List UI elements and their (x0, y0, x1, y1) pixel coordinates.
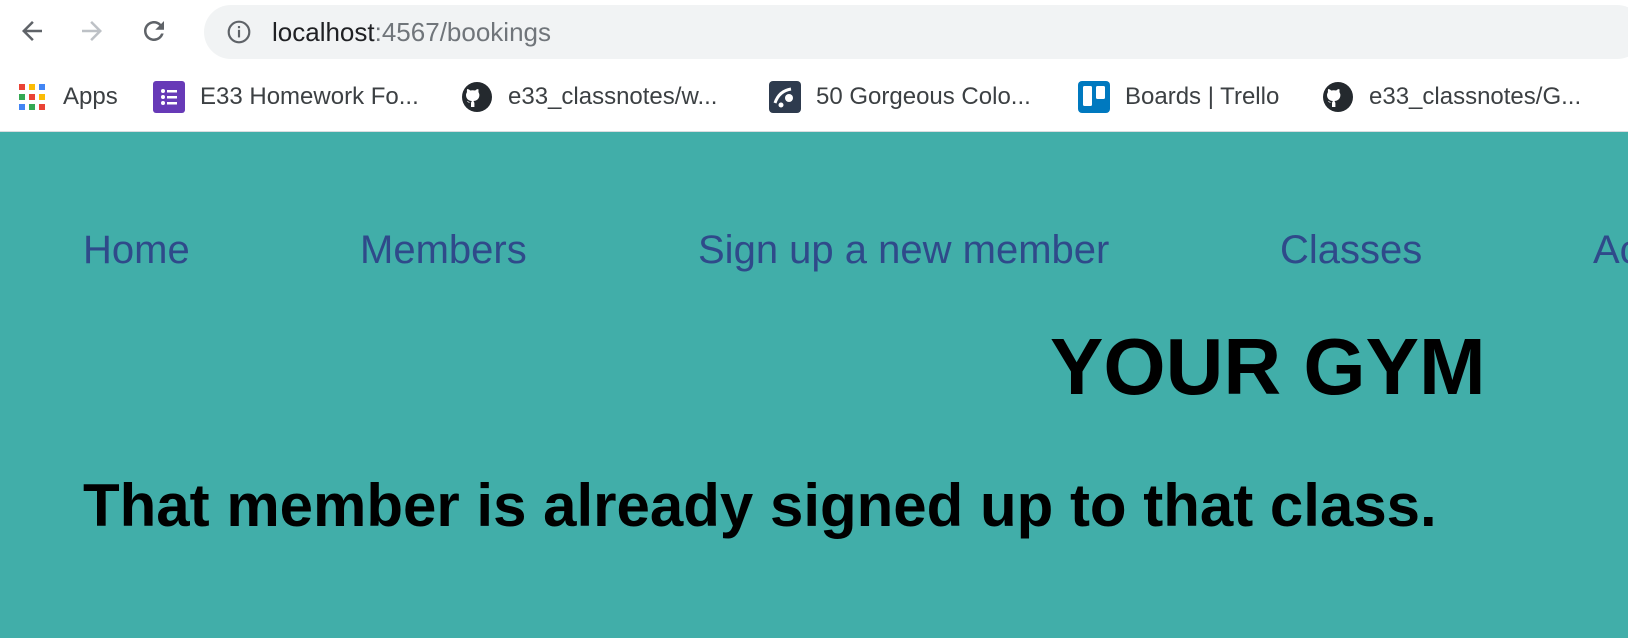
nav-link-sign-up[interactable]: Sign up a new member (698, 227, 1109, 273)
nav-link-classes[interactable]: Classes (1280, 227, 1422, 273)
page-content: Home Members Sign up a new member Classe… (0, 132, 1628, 638)
status-message: That member is already signed up to that… (83, 472, 1437, 539)
bookmark-label: 50 Gorgeous Colo... (816, 83, 1031, 110)
nav-link-home[interactable]: Home (83, 227, 190, 273)
bookmark-label: E33 Homework Fo... (200, 83, 419, 110)
nav-link-partial[interactable]: Ac (1593, 227, 1628, 273)
bookmark-label: e33_classnotes/w... (508, 83, 718, 110)
site-favicon-icon (769, 81, 801, 113)
address-bar[interactable]: localhost:4567/bookings (204, 5, 1628, 59)
info-circle-icon[interactable] (226, 19, 252, 45)
reload-icon[interactable] (136, 13, 172, 49)
page-title: YOUR GYM (1050, 322, 1486, 411)
bookmarks-bar: Apps E33 Homework Fo... e33_classnotes/w… (0, 62, 1628, 132)
bookmark-trello[interactable]: Boards | Trello (1078, 79, 1279, 115)
google-forms-icon (153, 81, 185, 113)
bookmark-github-1[interactable]: e33_classnotes/w... (461, 79, 717, 115)
nav-link-members[interactable]: Members (360, 227, 527, 273)
bookmark-gorgeous-colors[interactable]: 50 Gorgeous Colo... (769, 79, 1031, 115)
forward-arrow-icon[interactable] (74, 13, 110, 49)
github-icon (1322, 81, 1354, 113)
apps-grid-icon (18, 81, 46, 113)
url-path: :4567/bookings (374, 17, 551, 47)
back-arrow-icon[interactable] (14, 13, 50, 49)
bookmark-github-2[interactable]: e33_classnotes/G... (1322, 79, 1581, 115)
bookmark-label: e33_classnotes/G... (1369, 83, 1582, 110)
trello-icon (1078, 81, 1110, 113)
bookmark-apps[interactable]: Apps (18, 79, 118, 115)
browser-toolbar: localhost:4567/bookings (0, 0, 1628, 62)
github-icon (461, 81, 493, 113)
bookmark-e33-homework[interactable]: E33 Homework Fo... (153, 79, 419, 115)
bookmark-label: Boards | Trello (1125, 83, 1280, 110)
url-host: localhost (272, 17, 375, 47)
bookmark-label: Apps (63, 83, 118, 110)
url-text: localhost:4567/bookings (272, 18, 551, 46)
